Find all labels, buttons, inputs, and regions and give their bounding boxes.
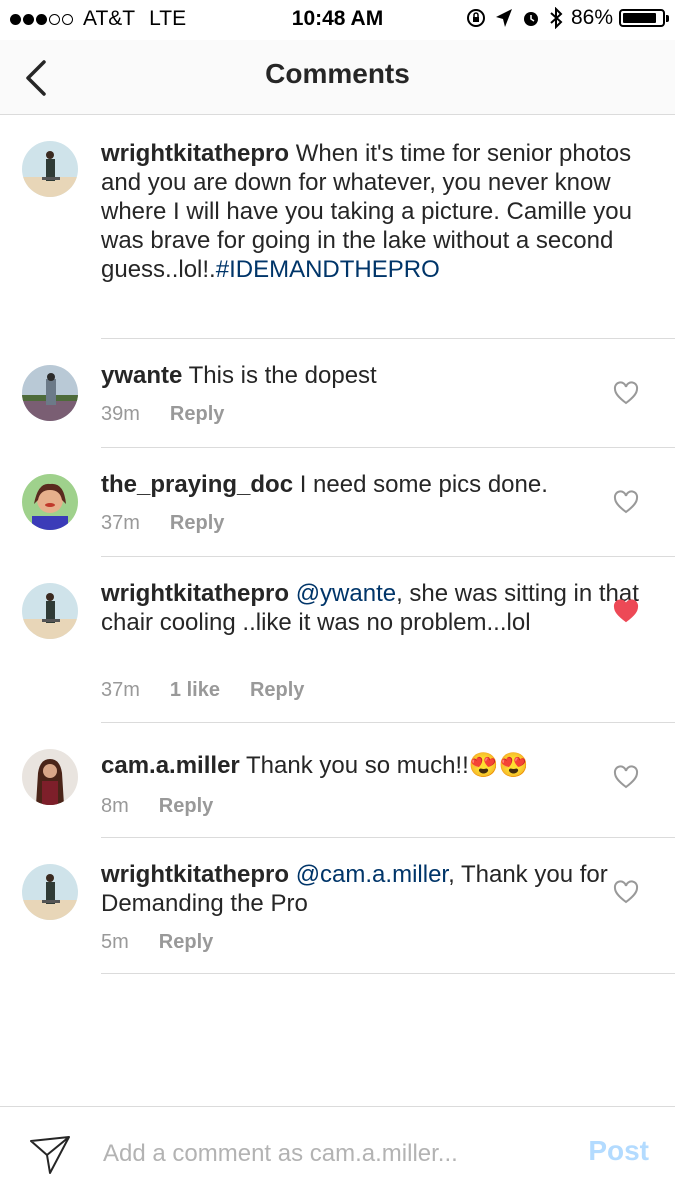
divider	[101, 722, 675, 723]
comment-username[interactable]: cam.a.miller	[101, 752, 240, 779]
status-right: 86%	[465, 6, 669, 30]
heart-outline-icon[interactable]	[613, 880, 639, 904]
comment-text: wrightkitathepro @cam.a.miller, Thank yo…	[101, 860, 646, 918]
reply-button[interactable]: Reply	[170, 512, 224, 535]
post-button[interactable]: Post	[588, 1135, 649, 1167]
comment-text: cam.a.miller Thank you so much!!😍😍	[101, 751, 646, 780]
divider	[101, 447, 675, 448]
comment-username[interactable]: wrightkitathepro	[101, 140, 289, 167]
caption-text: wrightkitathepro When it's time for seni…	[101, 139, 646, 284]
avatar[interactable]	[22, 141, 78, 197]
comment-time: 8m	[101, 795, 129, 817]
comment-meta: 37m 1 like Reply	[101, 679, 334, 702]
status-bar: AT&T LTE 10:48 AM 86%	[0, 0, 675, 40]
comment-body: This is the dopest	[188, 362, 377, 389]
direct-send-icon[interactable]	[28, 1133, 72, 1177]
avatar[interactable]	[22, 583, 78, 639]
comment-time: 39m	[101, 403, 140, 425]
location-arrow-icon	[495, 9, 512, 27]
comment-input[interactable]	[103, 1137, 563, 1171]
comment-username[interactable]: wrightkitathepro	[101, 580, 289, 607]
comment-username[interactable]: the_praying_doc	[101, 471, 293, 498]
avatar[interactable]	[22, 474, 78, 530]
comment-meta: 37m Reply	[101, 512, 254, 535]
avatar[interactable]	[22, 365, 78, 421]
divider	[101, 973, 675, 974]
divider	[101, 338, 675, 339]
divider	[101, 556, 675, 557]
likes-count[interactable]: 1 like	[170, 679, 220, 702]
reply-button[interactable]: Reply	[159, 931, 213, 954]
comment-time: 5m	[101, 931, 129, 953]
comment-username[interactable]: wrightkitathepro	[101, 861, 289, 888]
comment-body: I need some pics done.	[299, 471, 548, 498]
battery-percent: 86%	[570, 6, 613, 29]
comment-body: Thank you so much!!	[245, 752, 469, 779]
reply-button[interactable]: Reply	[170, 403, 224, 426]
comment-time: 37m	[101, 512, 140, 534]
comment-meta: 39m Reply	[101, 403, 254, 426]
heart-outline-icon[interactable]	[613, 765, 639, 789]
page-title: Comments	[265, 58, 410, 89]
comment-meta: 8m Reply	[101, 795, 243, 818]
reply-button[interactable]: Reply	[159, 795, 213, 818]
heart-eyes-emoji: 😍😍	[468, 752, 529, 779]
mention-link[interactable]: @cam.a.miller	[296, 861, 448, 888]
heart-outline-icon[interactable]	[613, 381, 639, 405]
orientation-lock-icon	[466, 9, 485, 27]
comment-text: the_praying_doc I need some pics done.	[101, 470, 646, 499]
reply-button[interactable]: Reply	[250, 679, 304, 702]
avatar[interactable]	[22, 749, 78, 805]
bluetooth-icon	[550, 7, 563, 29]
avatar[interactable]	[22, 864, 78, 920]
comment-username[interactable]: ywante	[101, 362, 182, 389]
alarm-icon	[523, 12, 538, 26]
mention-link[interactable]: @ywante	[296, 580, 396, 607]
nav-bar: Comments	[0, 40, 675, 115]
heart-filled-icon[interactable]	[613, 599, 639, 623]
comment-meta: 5m Reply	[101, 931, 243, 954]
divider	[101, 837, 675, 838]
comment-composer: Post	[0, 1106, 675, 1201]
comment-text: wrightkitathepro @ywante, she was sittin…	[101, 579, 646, 637]
heart-outline-icon[interactable]	[613, 490, 639, 514]
battery-icon	[619, 9, 669, 27]
hashtag-link[interactable]: #IDEMANDTHEPRO	[216, 256, 440, 283]
comment-text: ywante This is the dopest	[101, 361, 646, 390]
comment-time: 37m	[101, 679, 140, 701]
